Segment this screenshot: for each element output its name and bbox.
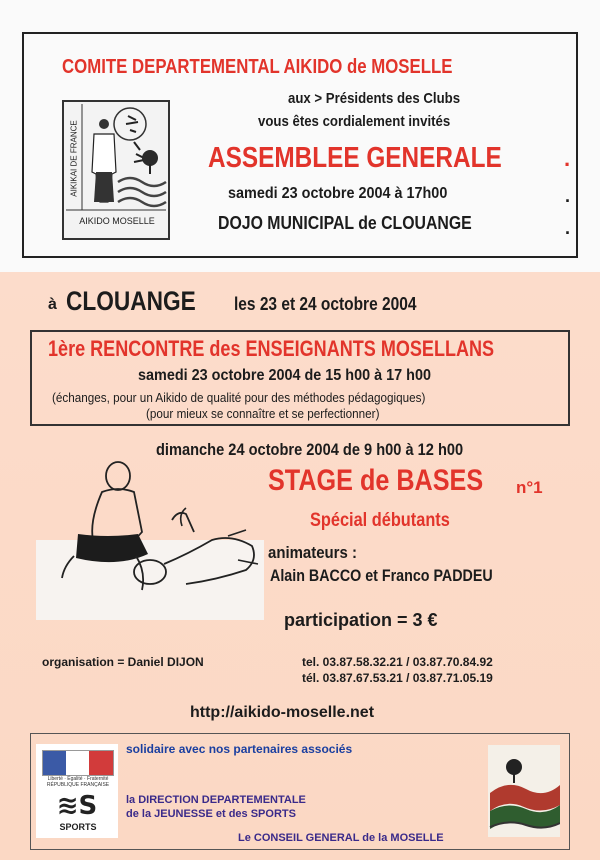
logo-vertical-text: AIKIKAI DE FRANCE xyxy=(69,120,79,197)
animators-label: animateurs : xyxy=(268,543,357,562)
sunday-line: dimanche 24 octobre 2004 de 9 h00 à 12 h… xyxy=(156,440,464,459)
sports-logo-text: SPORTS xyxy=(59,822,97,832)
stage-title: STAGE de BASES xyxy=(268,464,484,497)
direction-line-2: de la JEUNESSE et des SPORTS xyxy=(126,808,296,820)
organisation: organisation = Daniel DIJON xyxy=(42,655,204,669)
js-emblem-icon: ≋S xyxy=(56,791,98,821)
website-link[interactable]: http://aikido-moselle.net xyxy=(190,704,374,722)
participation-fee: participation = 3 € xyxy=(284,610,438,630)
dot-3: . xyxy=(565,218,571,238)
assembly-title: ASSEMBLEE GENERALE xyxy=(208,142,502,174)
committee-title: COMITE DEPARTEMENTAL AIKIDO de MOSELLE xyxy=(62,56,453,78)
partners-intro: solidaire avec nos partenaires associés xyxy=(126,742,353,756)
assembly-venue: DOJO MUNICIPAL de CLOUANGE xyxy=(218,213,472,233)
direction-line-1: la DIRECTION DEPARTEMENTALE xyxy=(126,794,306,806)
invited-line: vous êtes cordialement invités xyxy=(258,113,451,130)
logo-bottom-text: AIKIDO MOSELLE xyxy=(79,216,155,226)
aikido-moselle-logo: AIKIKAI DE FRANCE AIKIDO MOSELLE xyxy=(62,100,170,240)
event-dates: les 23 et 24 octobre 2004 xyxy=(234,294,417,314)
assembly-dot: . xyxy=(564,146,571,171)
phone-1: tel. 03.87.58.32.21 / 03.87.70.84.92 xyxy=(302,655,493,669)
phone-2: tél. 03.87.67.53.21 / 03.87.71.05.19 xyxy=(302,671,493,685)
assembly-date: samedi 23 octobre 2004 à 17h00 xyxy=(228,185,448,202)
meeting-desc-1: (échanges, pour un Aikido de qualité pou… xyxy=(52,390,426,405)
republique-label: RÉPUBLIQUE FRANÇAISE xyxy=(46,782,110,788)
marianne-icon xyxy=(42,750,114,776)
city-prefix: à xyxy=(48,296,57,313)
dot-2: . xyxy=(565,186,571,206)
meeting-when: samedi 23 octobre 2004 de 15 h00 à 17 h0… xyxy=(138,367,431,384)
stage-number: n°1 xyxy=(516,478,543,497)
aikido-figures-drawing xyxy=(36,461,264,620)
aikido-throw-illustration xyxy=(32,460,264,620)
animators-names: Alain BACCO et Franco PADDEU xyxy=(270,566,493,585)
city-name: CLOUANGE xyxy=(66,286,196,316)
beginners-label: Spécial débutants xyxy=(310,510,450,531)
conseil-general-logo xyxy=(488,745,561,837)
jeunesse-sports-logo: Liberté · Égalité · Fraternité RÉPUBLIQU… xyxy=(36,744,118,838)
meeting-title: 1ère RENCONTRE des ENSEIGNANTS MOSELLANS xyxy=(48,336,495,361)
presidents-line: aux > Présidents des Clubs xyxy=(288,90,461,107)
moselle-landscape-emblem xyxy=(489,759,561,829)
meeting-desc-2: (pour mieux se connaître et se perfectio… xyxy=(146,406,380,421)
council-line: Le CONSEIL GENERAL de la MOSELLE xyxy=(238,832,444,844)
